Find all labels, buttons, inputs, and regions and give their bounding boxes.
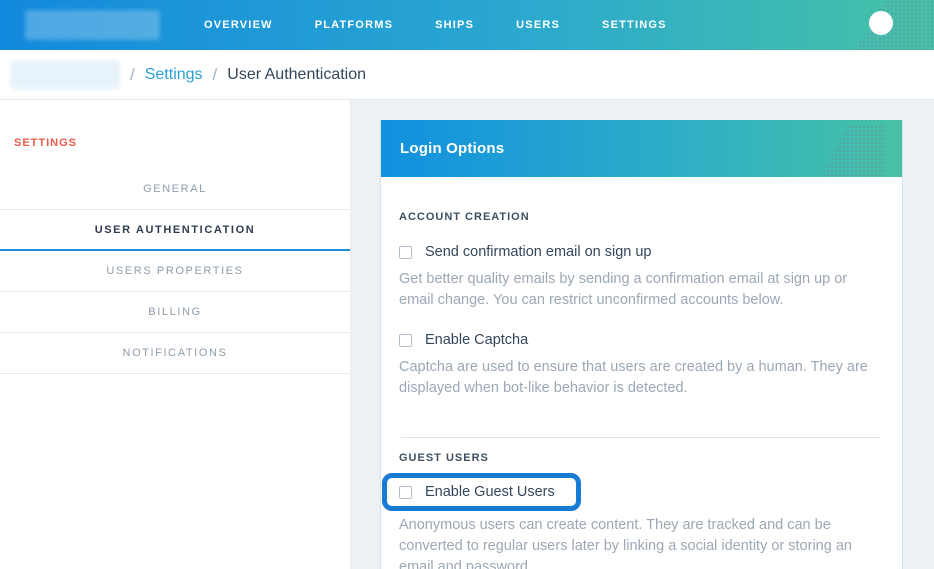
settings-sidebar: SETTINGS GENERAL USER AUTHENTICATION USE… xyxy=(0,100,351,569)
option-enable-guest-users[interactable]: Enable Guest Users xyxy=(399,484,555,500)
panel-body: ACCOUNT CREATION Send confirmation email… xyxy=(381,177,902,569)
breadcrumb-app-name-blurred[interactable] xyxy=(10,61,120,89)
sidebar-item-user-authentication[interactable]: USER AUTHENTICATION xyxy=(0,210,350,251)
highlight-ring: Enable Guest Users xyxy=(382,473,581,511)
sidebar-item-notifications[interactable]: NOTIFICATIONS xyxy=(0,333,350,374)
option-enable-captcha[interactable]: Enable Captcha xyxy=(399,332,882,348)
option-description: Captcha are used to ensure that users ar… xyxy=(399,357,882,399)
nav-item-settings[interactable]: SETTINGS xyxy=(602,19,667,31)
enable-captcha-checkbox[interactable] xyxy=(399,334,412,347)
option-send-confirmation-email[interactable]: Send confirmation email on sign up xyxy=(399,244,882,260)
login-options-panel: Login Options ACCOUNT CREATION Send conf… xyxy=(380,120,903,569)
breadcrumb-separator: / xyxy=(130,65,135,85)
enable-guest-users-checkbox[interactable] xyxy=(399,486,412,499)
panel-header: Login Options xyxy=(381,120,902,177)
section-heading-account-creation: ACCOUNT CREATION xyxy=(399,211,882,223)
main-content: SETTINGS GENERAL USER AUTHENTICATION USE… xyxy=(0,100,934,569)
option-description: Get better quality emails by sending a c… xyxy=(399,269,882,311)
top-nav: OVERVIEW PLATFORMS SHIPS USERS SETTINGS xyxy=(0,0,934,50)
breadcrumb-separator: / xyxy=(213,65,218,85)
sidebar-menu: GENERAL USER AUTHENTICATION USERS PROPER… xyxy=(0,169,350,374)
nav-item-platforms[interactable]: PLATFORMS xyxy=(315,19,393,31)
app-logo[interactable] xyxy=(25,10,160,40)
breadcrumb: / Settings / User Authentication xyxy=(0,50,934,100)
section-heading-guest-users: GUEST USERS xyxy=(399,452,882,464)
panel-title: Login Options xyxy=(400,140,504,157)
sidebar-item-general[interactable]: GENERAL xyxy=(0,169,350,210)
nav-item-ships[interactable]: SHIPS xyxy=(435,19,474,31)
sidebar-heading: SETTINGS xyxy=(0,100,350,149)
nav-links: OVERVIEW PLATFORMS SHIPS USERS SETTINGS xyxy=(204,19,667,31)
breadcrumb-settings-link[interactable]: Settings xyxy=(145,66,203,84)
nav-item-users[interactable]: USERS xyxy=(516,19,560,31)
nav-item-overview[interactable]: OVERVIEW xyxy=(204,19,273,31)
sidebar-item-billing[interactable]: BILLING xyxy=(0,292,350,333)
section-divider xyxy=(401,437,880,438)
option-label: Enable Captcha xyxy=(425,332,528,348)
avatar[interactable] xyxy=(869,11,893,35)
decorative-dot-pattern xyxy=(822,125,884,177)
send-confirmation-email-checkbox[interactable] xyxy=(399,246,412,259)
option-label: Send confirmation email on sign up xyxy=(425,244,652,260)
option-description: Anonymous users can create content. They… xyxy=(399,515,882,569)
option-label: Enable Guest Users xyxy=(425,484,555,500)
sidebar-item-users-properties[interactable]: USERS PROPERTIES xyxy=(0,251,350,292)
breadcrumb-current-page: User Authentication xyxy=(227,66,366,84)
